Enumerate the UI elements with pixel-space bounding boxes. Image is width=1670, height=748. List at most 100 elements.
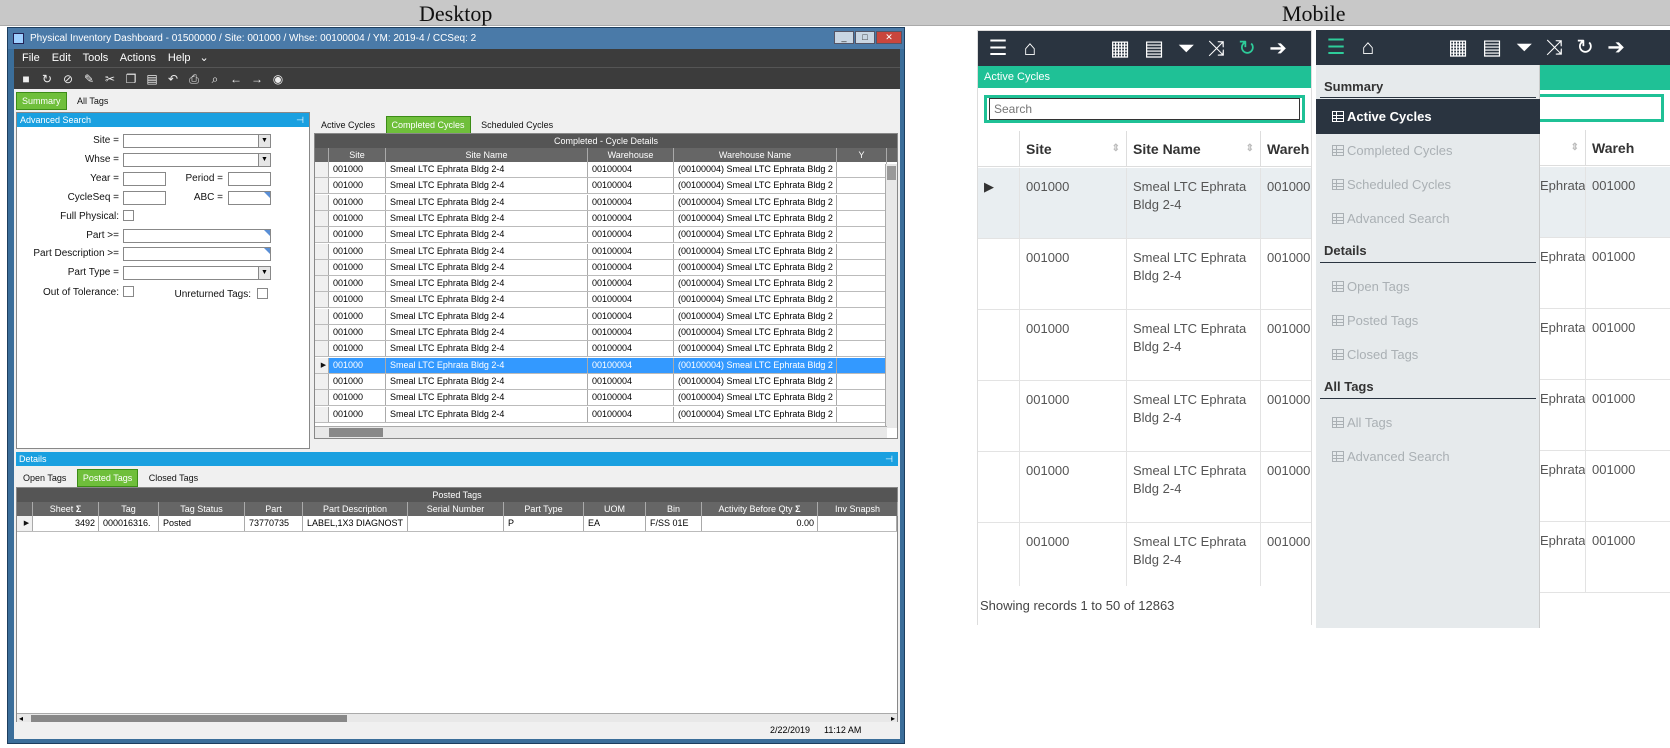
row-selector[interactable] — [315, 406, 329, 422]
row-expand-icon[interactable] — [978, 239, 1020, 309]
part-desc-field[interactable] — [123, 247, 271, 261]
col-bin[interactable]: Bin — [646, 502, 702, 516]
tab-active-cycles[interactable]: Active Cycles — [316, 117, 381, 133]
col-inv-snapshot[interactable]: Inv Snapsh — [818, 502, 898, 516]
row-selector[interactable] — [315, 162, 329, 177]
paste-icon[interactable]: ▤ — [145, 72, 159, 86]
drawer-item-open-tags[interactable]: Open Tags — [1332, 279, 1410, 294]
tab-posted-tags[interactable]: Posted Tags — [76, 469, 139, 487]
row-selector[interactable] — [315, 210, 329, 226]
year-field[interactable] — [123, 172, 166, 186]
col-uom[interactable]: UOM — [584, 502, 646, 516]
col-part-description[interactable]: Part Description — [303, 502, 408, 516]
part-type-combo[interactable]: ▼ — [123, 266, 271, 280]
list-icon[interactable]: ▤ — [1142, 37, 1166, 61]
copy-icon[interactable]: ❐ — [124, 72, 138, 86]
col-y[interactable]: Y — [837, 148, 887, 162]
list-icon[interactable]: ▤ — [1480, 36, 1504, 60]
horizontal-scrollbar[interactable] — [315, 426, 887, 438]
col-sheet[interactable]: Sheet Σ — [33, 502, 99, 516]
col-tag[interactable]: Tag — [99, 502, 159, 516]
minimize-icon[interactable]: _ — [834, 31, 854, 44]
mobile-col-warehouse[interactable]: Wareh — [1261, 131, 1311, 167]
row-expand-icon[interactable] — [978, 310, 1020, 380]
shuffle-icon[interactable]: ⤨ — [1542, 36, 1566, 60]
abc-field[interactable] — [228, 191, 271, 205]
row-selector[interactable] — [315, 325, 329, 340]
row-selector[interactable]: ▶ — [315, 357, 329, 373]
tab-all-tags[interactable]: All Tags — [72, 93, 114, 109]
site-combo[interactable]: ▼ — [123, 134, 271, 148]
row-expand-icon[interactable]: ▶ — [978, 168, 1020, 238]
mobile-col-warehouse[interactable]: Wareh — [1586, 130, 1670, 166]
table-row[interactable]: 001000 Smeal LTC Ephrata Bldg 2-4 00100004… — [315, 243, 887, 260]
scroll-thumb[interactable] — [329, 428, 383, 437]
table-row[interactable]: 001000 Smeal LTC Ephrata Bldg 2-4 00100004… — [315, 276, 887, 293]
col-part[interactable]: Part — [245, 502, 303, 516]
undo-icon[interactable]: ↶ — [166, 72, 180, 86]
sort-icon[interactable]: ⇕ — [1246, 131, 1254, 166]
scroll-thumb[interactable] — [887, 166, 896, 180]
period-field[interactable] — [228, 172, 271, 186]
filter-icon[interactable]: ⏷ — [1512, 36, 1536, 60]
tab-scheduled-cycles[interactable]: Scheduled Cycles — [476, 117, 559, 133]
list-item[interactable]: 001000 Smeal LTC Ephrata Bldg 2-4 001000 — [978, 239, 1311, 310]
list-item[interactable]: Ephrata 001000 — [1540, 380, 1670, 451]
table-row[interactable]: ▶ 001000 Smeal LTC Ephrata Bldg 2-4 0010000… — [315, 357, 887, 374]
drawer-item-active-cycles[interactable]: Active Cycles — [1316, 99, 1540, 134]
list-item[interactable]: 001000 Smeal LTC Ephrata Bldg 2-4 001000 — [978, 381, 1311, 452]
col-site-name[interactable]: Site Name — [386, 148, 588, 162]
drawer-item-all-tags[interactable]: All Tags — [1332, 415, 1392, 430]
search-input[interactable] — [989, 98, 1300, 120]
pin-icon[interactable]: ⊣ — [885, 452, 893, 466]
chevron-down-icon[interactable]: ▼ — [258, 154, 270, 166]
menu-actions[interactable]: Actions — [120, 52, 156, 64]
row-selector[interactable] — [315, 390, 329, 406]
table-row[interactable]: ▶ 3492 000016316. Posted 73770735 LABEL,… — [17, 516, 897, 532]
chevron-down-icon[interactable]: ▼ — [258, 267, 270, 279]
col-tag-status[interactable]: Tag Status — [159, 502, 245, 516]
drawer-item-completed-cycles[interactable]: Completed Cycles — [1332, 143, 1453, 158]
drawer-item-advanced-search[interactable]: Advanced Search — [1332, 211, 1450, 226]
chevron-down-icon[interactable]: ▼ — [258, 135, 270, 147]
table-row[interactable]: 001000 Smeal LTC Ephrata Bldg 2-4 00100004… — [315, 210, 887, 227]
drawer-item-scheduled-cycles[interactable]: Scheduled Cycles — [1332, 177, 1451, 192]
grid-icon[interactable]: ▦ — [1446, 36, 1470, 60]
vertical-scrollbar[interactable] — [885, 164, 897, 428]
list-item[interactable]: 001000 Smeal LTC Ephrata Bldg 2-4 001000 — [978, 452, 1311, 523]
table-row[interactable]: 001000 Smeal LTC Ephrata Bldg 2-4 00100004… — [315, 390, 887, 407]
row-expand-icon[interactable] — [978, 523, 1020, 593]
col-warehouse-name[interactable]: Warehouse Name — [674, 148, 837, 162]
drawer-item-posted-tags[interactable]: Posted Tags — [1332, 313, 1418, 328]
list-item[interactable]: Ephrata 001000 — [1540, 522, 1670, 593]
print-icon[interactable]: ⎙ — [187, 72, 201, 86]
table-row[interactable]: 001000 Smeal LTC Ephrata Bldg 2-4 00100004… — [315, 308, 887, 325]
table-row[interactable]: 001000 Smeal LTC Ephrata Bldg 2-4 00100004… — [315, 292, 887, 309]
list-item[interactable]: 001000 Smeal LTC Ephrata Bldg 2-4 001000 — [978, 310, 1311, 381]
back-icon[interactable]: ← — [229, 72, 243, 86]
col-warehouse[interactable]: Warehouse — [588, 148, 674, 162]
table-row[interactable]: 001000 Smeal LTC Ephrata Bldg 2-4 00100004… — [315, 162, 887, 178]
tab-completed-cycles[interactable]: Completed Cycles — [385, 116, 471, 134]
drawer-item-all-tags-advanced-search[interactable]: Advanced Search — [1332, 449, 1450, 464]
refresh-icon[interactable]: ↻ — [40, 72, 54, 86]
cut-icon[interactable]: ✂ — [103, 72, 117, 86]
row-selector[interactable] — [315, 308, 329, 324]
tab-open-tags[interactable]: Open Tags — [18, 470, 72, 486]
row-expand-icon[interactable] — [978, 452, 1020, 522]
filter-icon[interactable]: ⏷ — [1174, 37, 1198, 61]
cycleseq-field[interactable] — [123, 191, 166, 205]
row-selector[interactable] — [315, 243, 329, 259]
forward-icon[interactable]: → — [250, 72, 264, 86]
sort-icon[interactable]: ⇕ — [1112, 131, 1120, 166]
table-row[interactable]: 001000 Smeal LTC Ephrata Bldg 2-4 00100004… — [315, 325, 887, 341]
col-site[interactable]: Site — [329, 148, 386, 162]
pin-icon[interactable]: ⊣ — [296, 113, 304, 127]
list-item[interactable]: Ephrata 001000 — [1540, 238, 1670, 309]
next-icon[interactable]: ➔ — [1604, 36, 1628, 60]
col-part-type[interactable]: Part Type — [504, 502, 584, 516]
list-item[interactable]: Ephrata 001000 — [1540, 309, 1670, 380]
part-field[interactable] — [123, 229, 271, 243]
mobile-col-site[interactable]: Site ⇕ — [1020, 131, 1127, 167]
home-icon[interactable]: ◉ — [271, 72, 285, 86]
